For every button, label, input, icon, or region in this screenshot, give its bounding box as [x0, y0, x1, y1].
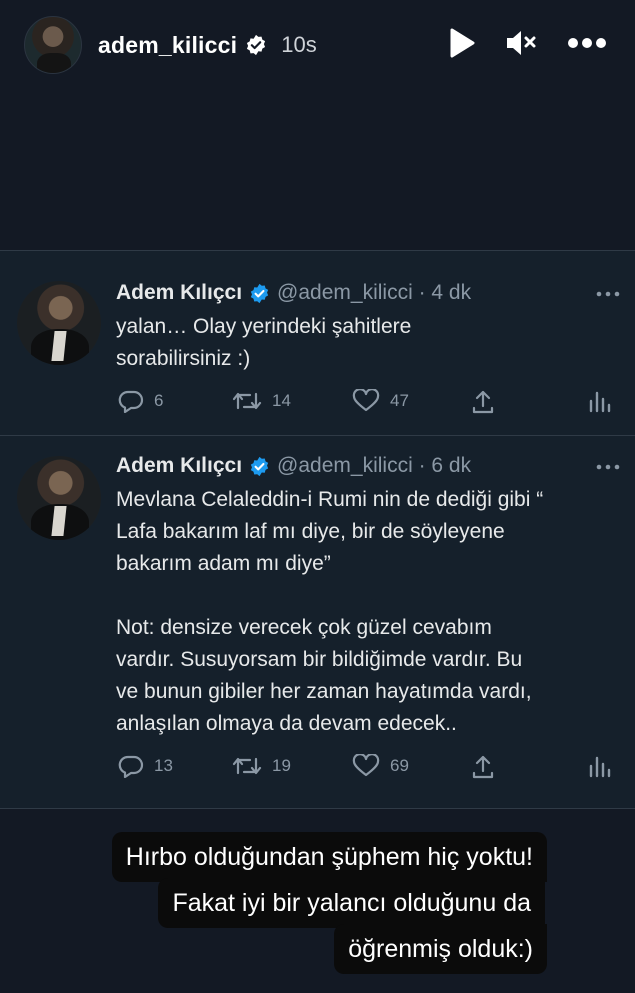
retweet-button[interactable]: 19	[232, 754, 291, 778]
tweet-author-name[interactable]: Adem Kılıçcı	[116, 281, 242, 305]
tweet-author-name[interactable]: Adem Kılıçcı	[116, 454, 242, 478]
tweet-header: Adem Kılıçcı @adem_kilicci · 6 dk	[116, 454, 471, 478]
tweet-text: yalan… Olay yerindeki şahitlere sorabili…	[116, 315, 412, 370]
tweet-more-icon[interactable]	[595, 462, 621, 472]
tweet: Adem Kılıçcı @adem_kilicci · 6 dk Mevlan…	[0, 436, 635, 809]
tweet-text: Mevlana Celaleddin-i Rumi nin de dediği …	[116, 488, 544, 735]
like-button[interactable]: 69	[352, 754, 409, 778]
tweet-avatar[interactable]	[17, 456, 101, 540]
retweet-icon	[232, 392, 262, 410]
reply-button[interactable]: 6	[118, 389, 163, 413]
retweet-button[interactable]: 14	[232, 389, 291, 413]
story-timestamp: 10s	[281, 32, 317, 57]
play-icon	[450, 28, 475, 58]
tweet-handle-time: @adem_kilicci · 6 dk	[277, 454, 472, 477]
verified-badge-icon	[250, 456, 269, 476]
analytics-button[interactable]	[588, 754, 612, 778]
story-header: adem_kilicci 10s	[0, 0, 635, 90]
share-button[interactable]	[470, 754, 496, 780]
more-options-icon	[568, 38, 606, 48]
like-button[interactable]: 47	[352, 389, 409, 413]
story-caption-line: Hırbo olduğundan şüphem hiç yoktu!	[111, 832, 547, 882]
story-avatar[interactable]	[24, 16, 82, 74]
tweet-header: Adem Kılıçcı @adem_kilicci · 4 dk	[116, 281, 471, 305]
mute-button[interactable]	[505, 28, 537, 58]
story-username[interactable]: adem_kilicci	[98, 32, 237, 59]
tweet-more-icon[interactable]	[595, 289, 621, 299]
tweet-avatar[interactable]	[17, 281, 101, 365]
tweet-actions: 13 19 69	[116, 754, 616, 780]
analytics-icon	[589, 756, 611, 778]
like-count: 47	[390, 391, 409, 410]
tweet-handle-time: @adem_kilicci · 4 dk	[277, 281, 472, 304]
reply-button[interactable]: 13	[118, 754, 173, 778]
share-button[interactable]	[470, 389, 496, 415]
share-icon	[472, 390, 494, 414]
story-caption-line: Fakat iyi bir yalancı olduğunu da	[158, 878, 545, 928]
analytics-icon	[589, 391, 611, 413]
story-controls	[419, 28, 607, 58]
reply-icon	[118, 390, 144, 413]
tweet-actions: 6 14 47	[116, 389, 616, 415]
play-button[interactable]	[449, 28, 475, 58]
reply-count: 13	[154, 756, 173, 775]
heart-icon	[352, 754, 380, 777]
verified-badge-icon	[247, 34, 266, 56]
more-options-button[interactable]	[567, 37, 607, 49]
like-count: 69	[390, 756, 409, 775]
tweet-screenshot: Adem Kılıçcı @adem_kilicci · 4 dk yalan……	[0, 250, 635, 809]
retweet-icon	[232, 757, 262, 775]
reply-icon	[118, 755, 144, 778]
share-icon	[472, 755, 494, 779]
analytics-button[interactable]	[588, 389, 612, 413]
reply-count: 6	[154, 391, 164, 410]
story-caption-line: öğrenmiş olduk:)	[334, 924, 547, 974]
retweet-count: 14	[272, 391, 291, 410]
tweet: Adem Kılıçcı @adem_kilicci · 4 dk yalan……	[0, 251, 635, 436]
mute-icon	[507, 31, 536, 55]
heart-icon	[352, 389, 380, 412]
verified-badge-icon	[250, 283, 269, 303]
retweet-count: 19	[272, 756, 291, 775]
